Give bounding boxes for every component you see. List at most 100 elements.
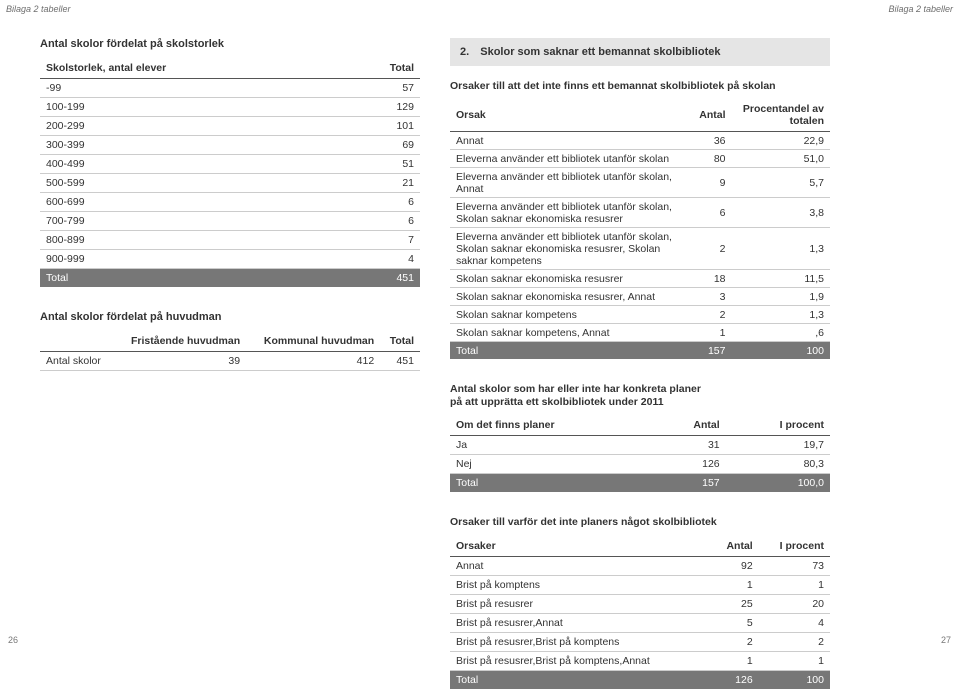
table-row: 900-9994 [40,250,420,269]
cell: 400-499 [40,155,338,174]
cell: 51 [338,155,420,174]
cell: 451 [380,352,420,371]
cell: 157 [693,342,731,360]
cell: 1,3 [732,306,831,324]
t1-h1: Skolstorlek, antal elever [40,58,338,79]
cell: 7 [338,231,420,250]
page-header: Bilaga 2 tabeller Bilaga 2 tabeller [0,0,959,20]
cell: 80,3 [726,455,830,474]
cell: 20 [759,594,830,613]
t1-table: Skolstorlek, antal elever Total -9957100… [40,58,420,287]
cell: 800-899 [40,231,338,250]
table-row: -9957 [40,79,420,98]
table-row: 800-8997 [40,231,420,250]
cell: Total [450,670,710,689]
cell: Total [450,342,693,360]
t3-table: Orsak Antal Procentandel av totalen Anna… [450,99,830,359]
table-row: 300-39969 [40,136,420,155]
banner-number: 2. [460,46,469,58]
table-row: Skolan saknar kompetens, Annat1,6 [450,324,830,342]
cell: Annat [450,132,693,150]
table-row: Brist på resusrer,Brist på komptens,Anna… [450,651,830,670]
cell: 2 [693,306,731,324]
cell: 5 [710,613,758,632]
t3-title: Orsaker till att det inte finns ett bema… [450,80,830,93]
cell: Skolan saknar kompetens [450,306,693,324]
t2-h3: Kommunal huvudman [246,331,380,352]
footer-right: 27 [941,635,951,645]
t1-title: Antal skolor fördelat på skolstorlek [40,38,420,50]
cell: 36 [693,132,731,150]
cell: 51,0 [732,150,831,168]
cell: Brist på resusrer,Annat [450,613,710,632]
cell: 1,3 [732,228,831,270]
cell: 412 [246,352,380,371]
page-footer: 26 27 [0,635,959,645]
section-banner: 2. Skolor som saknar ett bemannat skolbi… [450,38,830,66]
cell: Eleverna använder ett bibliotek utanför … [450,198,693,228]
cell: 200-299 [40,117,338,136]
cell: 92 [710,556,758,575]
cell: 700-799 [40,212,338,231]
cell: Brist på resusrer [450,594,710,613]
t4-title: Antal skolor som har eller inte har konk… [450,383,710,409]
cell: 1 [710,651,758,670]
cell: Eleverna använder ett bibliotek utanför … [450,168,693,198]
table-row: Eleverna använder ett bibliotek utanför … [450,228,830,270]
cell: 1,9 [732,288,831,306]
cell: Ja [450,436,655,455]
cell: 25 [710,594,758,613]
cell: Skolan saknar kompetens, Annat [450,324,693,342]
cell: 157 [655,474,726,493]
total-row: Total157100 [450,342,830,360]
table-row: 600-6996 [40,193,420,212]
t4-h2: Antal [655,415,726,436]
cell: Skolan saknar ekonomiska resusrer, Annat [450,288,693,306]
cell: 1 [759,575,830,594]
cell: 100-199 [40,98,338,117]
right-column: 2. Skolor som saknar ett bemannat skolbi… [450,38,830,689]
cell: 300-399 [40,136,338,155]
total-row: Total126100 [450,670,830,689]
table-row: Nej12680,3 [450,455,830,474]
cell: 6 [338,212,420,231]
cell: 100,0 [726,474,830,493]
cell: 5,7 [732,168,831,198]
table-row: Brist på komptens11 [450,575,830,594]
cell: 1 [710,575,758,594]
t2-title: Antal skolor fördelat på huvudman [40,311,420,323]
cell: 500-599 [40,174,338,193]
table-row: Annat3622,9 [450,132,830,150]
cell: 3,8 [732,198,831,228]
t3-h3: Procentandel av totalen [732,99,831,132]
table-row: Skolan saknar ekonomiska resusrer, Annat… [450,288,830,306]
t5-h1: Orsaker [450,536,710,557]
cell: Total [40,269,338,288]
table-row: 200-299101 [40,117,420,136]
cell: 6 [693,198,731,228]
t1-h2: Total [338,58,420,79]
cell: 126 [655,455,726,474]
cell: 600-699 [40,193,338,212]
cell: 3 [693,288,731,306]
cell: 100 [759,670,830,689]
banner-text: Skolor som saknar ett bemannat skolbibli… [480,46,720,58]
cell: 4 [338,250,420,269]
footer-left: 26 [8,635,18,645]
cell: 900-999 [40,250,338,269]
cell: 126 [710,670,758,689]
cell: 129 [338,98,420,117]
cell: 19,7 [726,436,830,455]
t5-h2: Antal [710,536,758,557]
table-row: Eleverna använder ett bibliotek utanför … [450,150,830,168]
cell: 451 [338,269,420,288]
t4-h1: Om det finns planer [450,415,655,436]
cell: Eleverna använder ett bibliotek utanför … [450,228,693,270]
cell: ,6 [732,324,831,342]
table-row: Brist på resusrer,Annat54 [450,613,830,632]
cell: 57 [338,79,420,98]
table-row: Brist på resusrer2520 [450,594,830,613]
table-row: Skolan saknar kompetens21,3 [450,306,830,324]
table-row: 700-7996 [40,212,420,231]
t3-h1: Orsak [450,99,693,132]
